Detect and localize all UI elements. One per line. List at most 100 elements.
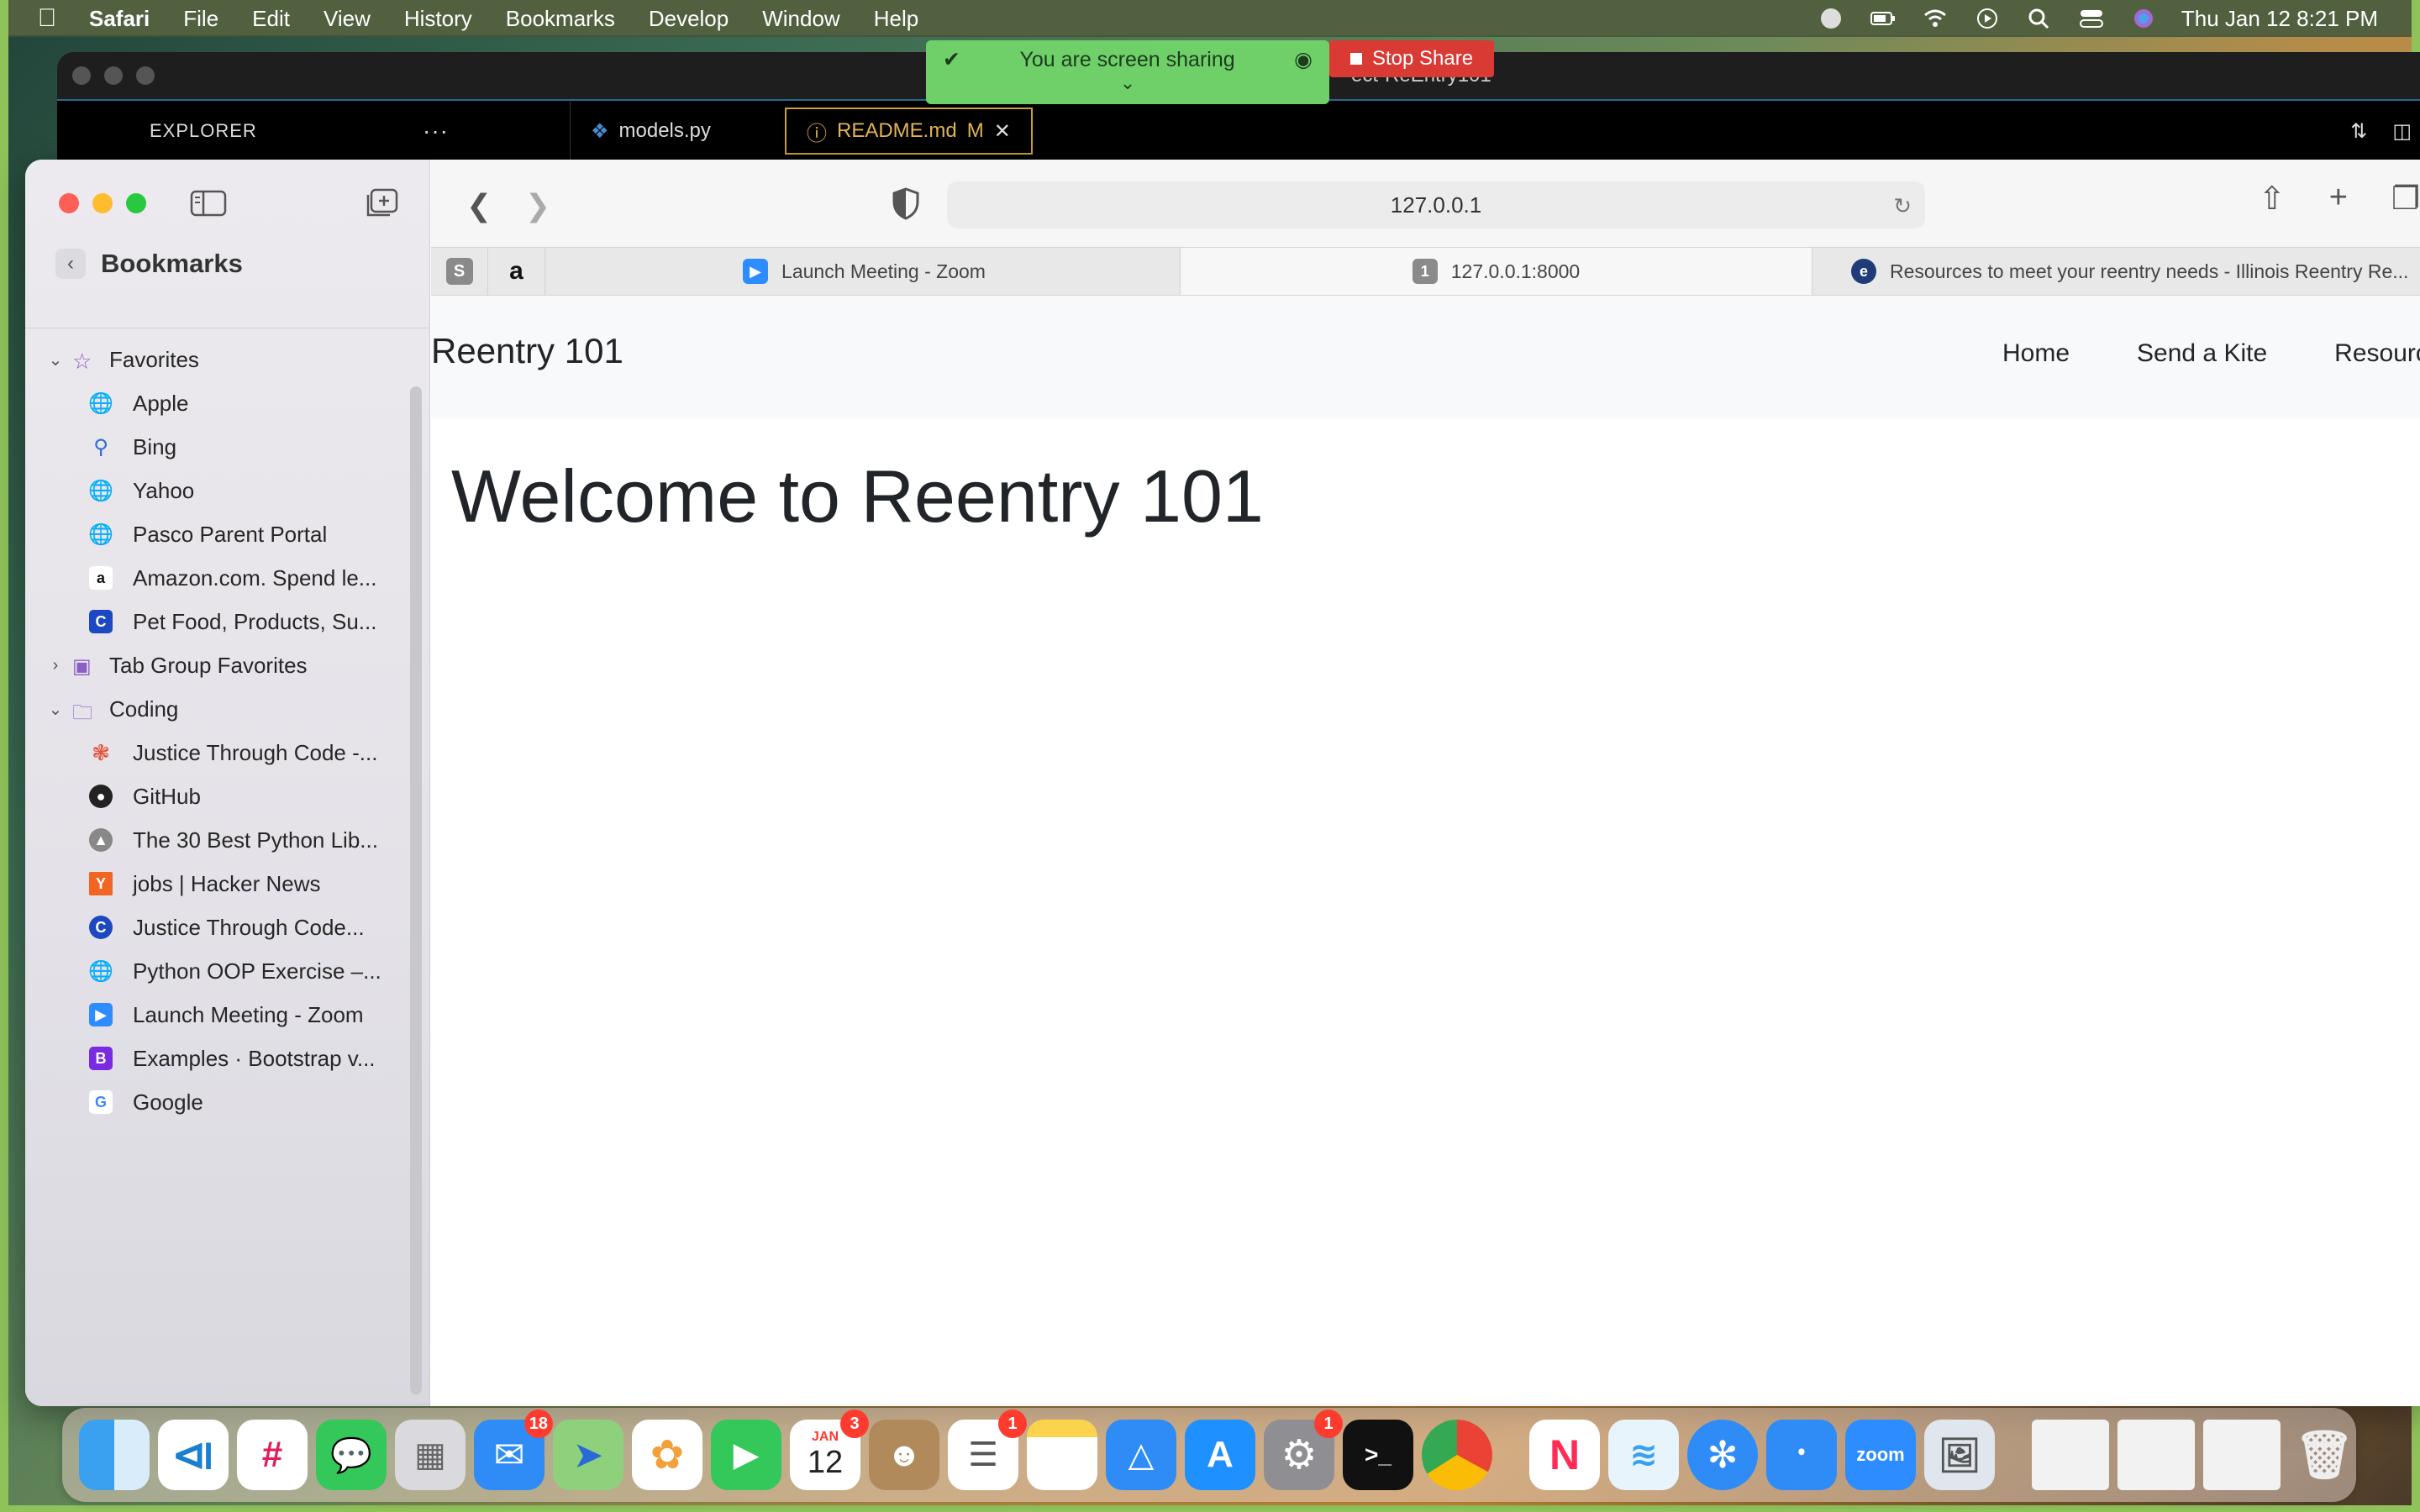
stop-share-button[interactable]: Stop Share (1329, 40, 1494, 77)
messages-icon[interactable]: 💬 (316, 1420, 387, 1490)
bookmark-item-google[interactable]: G Google (25, 1080, 412, 1124)
spotlight-search-icon[interactable] (2025, 7, 2054, 30)
tab-reentry-resources[interactable]: e Resources to meet your reentry needs -… (1812, 248, 2420, 295)
zoom-app-icon[interactable]: zoom (1845, 1420, 1916, 1490)
zoom-status-icon[interactable] (1817, 7, 1845, 30)
vscode-tab-models[interactable]: ❖ models.py (570, 101, 731, 161)
bookmark-item-jtc[interactable]: ❃ Justice Through Code -... (25, 731, 412, 774)
sidebar-scrollbar[interactable] (410, 386, 422, 1394)
bookmark-item-python-oop[interactable]: 🌐 Python OOP Exercise –... (25, 949, 412, 993)
pinned-tab[interactable]: a (488, 248, 545, 295)
app-store-icon[interactable]: A (1185, 1420, 1255, 1490)
calendar-icon[interactable]: JAN 12 3 (790, 1410, 869, 1490)
minimize-button[interactable] (92, 193, 113, 213)
menu-file[interactable]: File (166, 6, 235, 32)
bookmark-item-python-libs[interactable]: ▲ The 30 Best Python Lib... (25, 818, 412, 862)
bookmark-item-bing[interactable]: ⚲ Bing (25, 425, 412, 469)
system-settings-icon[interactable]: ⚙ 1 (1264, 1410, 1343, 1490)
menu-window[interactable]: Window (745, 6, 856, 32)
screen-share-banner[interactable]: ✔ You are screen sharing ◉ ⌄ (926, 40, 1329, 104)
trash-icon[interactable]: 🗑 (2289, 1420, 2360, 1490)
bookmark-item-amazon[interactable]: a Amazon.com. Spend le... (25, 556, 412, 600)
menu-clock[interactable]: Thu Jan 12 8:21 PM (2181, 6, 2378, 32)
menu-develop[interactable]: Develop (632, 6, 745, 32)
menu-app-name[interactable]: Safari (72, 6, 166, 32)
launchpad-icon[interactable]: ▦ (395, 1420, 466, 1490)
tab-overview-icon[interactable]: ❐ (2391, 180, 2420, 218)
chrome-icon[interactable] (1422, 1420, 1492, 1490)
keynote-icon[interactable]: △ (1106, 1420, 1176, 1490)
vscode-icon[interactable]: ⧏ (158, 1420, 229, 1490)
chevron-right-icon[interactable]: › (39, 656, 72, 675)
nav-link-resources[interactable]: Resource (2334, 339, 2420, 368)
finder-icon[interactable] (79, 1420, 150, 1490)
contacts-icon[interactable]: ☻ (869, 1420, 939, 1490)
new-tab-group-icon[interactable] (365, 188, 398, 218)
vscode-tab-readme[interactable]: ⓘ README.md M ✕ (785, 108, 1033, 155)
menu-help[interactable]: Help (857, 6, 935, 32)
slack-icon[interactable]: # (237, 1420, 308, 1490)
bookmark-folder-tab-group-favorites[interactable]: › ▣ Tab Group Favorites (25, 643, 412, 687)
reminders-icon[interactable]: ☰ 1 (948, 1410, 1027, 1490)
vscode-minimize-button[interactable] (104, 66, 123, 85)
bluetooth-icon[interactable]: ᛫ (1766, 1420, 1837, 1490)
vscode-zoom-button[interactable] (136, 66, 155, 85)
tab-zoom[interactable]: ▶ Launch Meeting - Zoom (549, 248, 1181, 295)
menu-edit[interactable]: Edit (235, 6, 307, 32)
menu-view[interactable]: View (307, 6, 387, 32)
tab-localhost[interactable]: 1 127.0.0.1:8000 (1181, 248, 1812, 295)
now-playing-icon[interactable] (1973, 7, 2002, 30)
chevron-down-icon[interactable]: ⌄ (1120, 72, 1135, 94)
mail-icon[interactable]: ✉ 18 (474, 1410, 553, 1490)
menu-history[interactable]: History (387, 6, 489, 32)
apple-menu-icon[interactable]:  (22, 4, 72, 33)
terminal-icon[interactable]: >_ (1343, 1420, 1413, 1490)
bookmark-item-apple[interactable]: 🌐 Apple (25, 381, 412, 425)
site-brand[interactable]: Reentry 101 (431, 331, 623, 371)
vscode-more-icon[interactable]: ··· (423, 118, 449, 144)
safari-icon[interactable]: ✻ (1687, 1420, 1758, 1490)
privacy-shield-icon[interactable] (892, 186, 920, 220)
forward-icon[interactable]: ❯ (525, 188, 550, 223)
bookmark-folder-favorites[interactable]: ⌄ ☆ Favorites (25, 338, 412, 381)
bookmark-item-bootstrap[interactable]: B Examples · Bootstrap v... (25, 1037, 412, 1080)
back-icon[interactable]: ❮ (466, 188, 492, 223)
bookmark-item-pasco[interactable]: 🌐 Pasco Parent Portal (25, 512, 412, 556)
new-tab-icon[interactable]: + (2329, 180, 2348, 218)
preview-icon[interactable]: 🖼 (1924, 1420, 1995, 1490)
bookmark-item-jtc-2[interactable]: C Justice Through Code... (25, 906, 412, 949)
reload-icon[interactable]: ↻ (1893, 193, 1912, 219)
bookmark-item-chewy[interactable]: C Pet Food, Products, Su... (25, 600, 412, 643)
source-control-icon[interactable]: ⇅ (2350, 119, 2367, 144)
vscode-close-button[interactable] (72, 66, 91, 85)
bookmark-item-yahoo[interactable]: 🌐 Yahoo (25, 469, 412, 512)
maps-icon[interactable]: ➤ (553, 1420, 623, 1490)
pinned-tab[interactable]: S (431, 248, 488, 295)
photos-icon[interactable]: ✿ (632, 1420, 702, 1490)
wifi-icon[interactable] (1921, 7, 1949, 30)
notes-icon[interactable] (1027, 1420, 1097, 1490)
bookmark-folder-coding[interactable]: ⌄ 🗀 Coding (25, 687, 412, 731)
control-center-icon[interactable] (2077, 7, 2106, 30)
news-icon[interactable]: N (1529, 1420, 1600, 1490)
activity-monitor-icon[interactable]: ≋ (1608, 1420, 1679, 1490)
close-button[interactable] (59, 193, 79, 213)
share-icon[interactable]: ⇧ (2259, 180, 2286, 218)
sidebar-toggle-icon[interactable] (190, 190, 227, 217)
minimized-window-icon[interactable] (2118, 1420, 2195, 1490)
menu-bookmarks[interactable]: Bookmarks (489, 6, 632, 32)
split-editor-icon[interactable]: ◫ (2392, 119, 2412, 144)
nav-link-send-a-kite[interactable]: Send a Kite (2137, 339, 2267, 368)
chevron-down-icon[interactable]: ⌄ (39, 699, 72, 720)
chevron-down-icon[interactable]: ⌄ (39, 349, 72, 370)
siri-icon[interactable] (2129, 7, 2158, 30)
bookmark-item-hacker-news[interactable]: Y jobs | Hacker News (25, 862, 412, 906)
facetime-icon[interactable]: ▶ (711, 1420, 781, 1490)
battery-icon[interactable] (1869, 7, 1897, 30)
minimized-window-icon[interactable] (2032, 1420, 2109, 1490)
bookmark-item-zoom[interactable]: ▶ Launch Meeting - Zoom (25, 993, 412, 1037)
address-bar[interactable]: 127.0.0.1 ↻ (947, 181, 1925, 228)
bookmark-item-github[interactable]: ● GitHub (25, 774, 412, 818)
zoom-button[interactable] (126, 193, 146, 213)
close-icon[interactable]: ✕ (994, 119, 1011, 144)
